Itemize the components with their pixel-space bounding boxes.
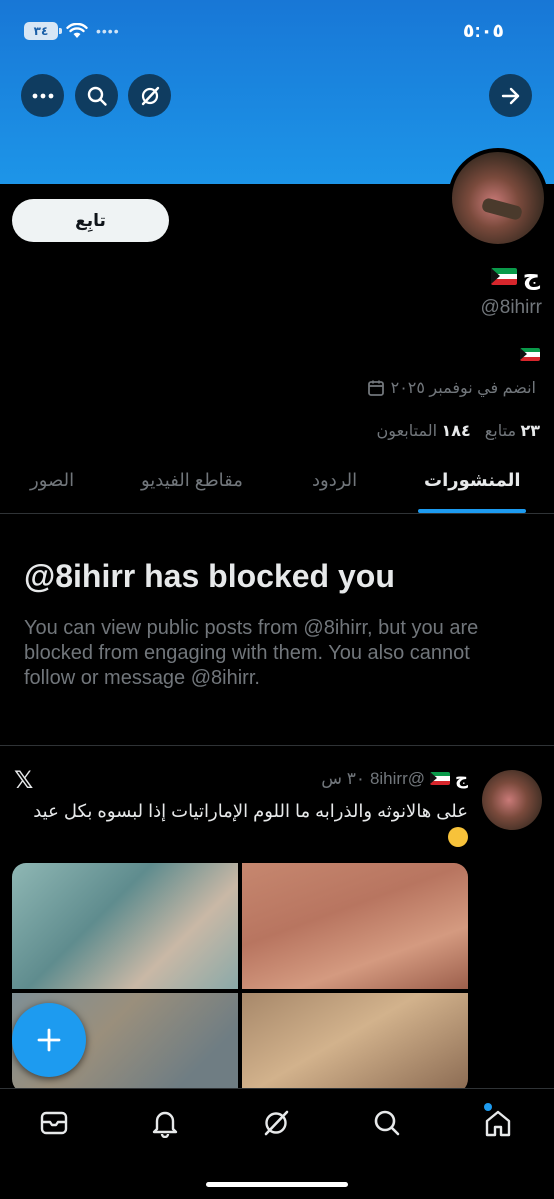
search-icon [374,1110,400,1136]
more-icon [32,93,53,98]
divider [0,745,554,746]
forward-button[interactable] [489,74,532,117]
battery-icon: ٣٤ [24,22,62,40]
post-time: ٣٠ س [321,768,365,788]
following-link[interactable]: ٢٣ متابع [485,421,540,441]
tab-replies[interactable]: الردود [312,470,357,491]
kuwait-flag-icon [430,772,451,785]
kuwait-flag-icon [520,348,540,361]
followers-count: ١٨٤ [441,423,471,440]
profile-name: ج [522,263,540,290]
following-count: ٢٣ [520,423,540,440]
nav-grok[interactable] [260,1107,292,1139]
search-icon [87,86,107,106]
x-logo-icon: 𝕏 [14,767,34,794]
status-icons: ٣٤ •••• [24,22,120,40]
search-button[interactable] [75,74,118,117]
post-text: على هالانوثه والذرابه ما اللوم الإماراتي… [28,798,468,852]
home-notification-dot [484,1103,492,1111]
signal-icon: •••• [96,23,120,39]
post-text-content: على هالانوثه والذرابه ما اللوم الإماراتي… [33,801,468,821]
joined-text: انضم في نوفمبر ٢٠٢٥ [390,380,536,397]
post-author-handle: @8ihirr [369,768,426,788]
home-icon [485,1110,511,1137]
post-avatar[interactable] [482,770,542,830]
blocked-title: @8ihirr has blocked you [24,558,395,594]
battery-level: ٣٤ [33,24,49,38]
nav-home[interactable] [482,1107,514,1139]
followers-link[interactable]: ١٨٤ المتابعون [377,421,471,441]
wifi-icon [66,23,88,38]
tab-photos[interactable]: الصور [30,470,74,491]
post-author-name[interactable]: ج [455,768,468,789]
forward-arrow-icon [501,87,519,104]
post-image-2[interactable] [242,863,468,989]
grok-icon [264,1110,289,1136]
messages-icon [40,1111,68,1135]
followers-label: المتابعون [376,423,438,440]
nav-notifications[interactable] [149,1107,181,1139]
blocked-description: You can view public posts from @8ihirr, … [24,617,479,689]
following-label: متابع [484,423,517,440]
home-indicator [206,1182,348,1187]
tab-posts[interactable]: المنشورات [424,470,521,491]
profile-bio [520,348,540,366]
profile-name-row: ج [490,262,540,291]
tab-videos[interactable]: مقاطع الفيديو [141,470,243,491]
follow-counts: ٢٣ متابع ١٨٤ المتابعون [377,421,540,441]
post-image-1[interactable] [12,863,238,989]
post-header: ج @8ihirr ٣٠ س [321,768,468,789]
calendar-icon [367,380,384,396]
active-tab-indicator [418,509,526,513]
kuwait-flag-icon [490,268,517,285]
profile-tabs: المنشورات الردود مقاطع الفيديو الصور [0,458,554,514]
profile-avatar[interactable] [448,148,548,248]
status-time: ٥:٠٥ [462,21,504,42]
compose-button[interactable] [12,1003,86,1077]
grok-button[interactable] [128,74,171,117]
nav-messages[interactable] [38,1107,70,1139]
more-button[interactable] [21,74,64,117]
crying-face-emoji-icon [448,827,468,847]
follow-button[interactable]: تابِع [12,199,169,242]
plus-icon [37,1028,61,1052]
nav-search[interactable] [371,1107,403,1139]
post-image-4[interactable] [242,993,468,1093]
grok-icon [141,86,159,105]
joined-date: انضم في نوفمبر ٢٠٢٥ [367,378,536,398]
notifications-icon [152,1111,178,1138]
profile-handle: @8ihirr [480,297,542,318]
